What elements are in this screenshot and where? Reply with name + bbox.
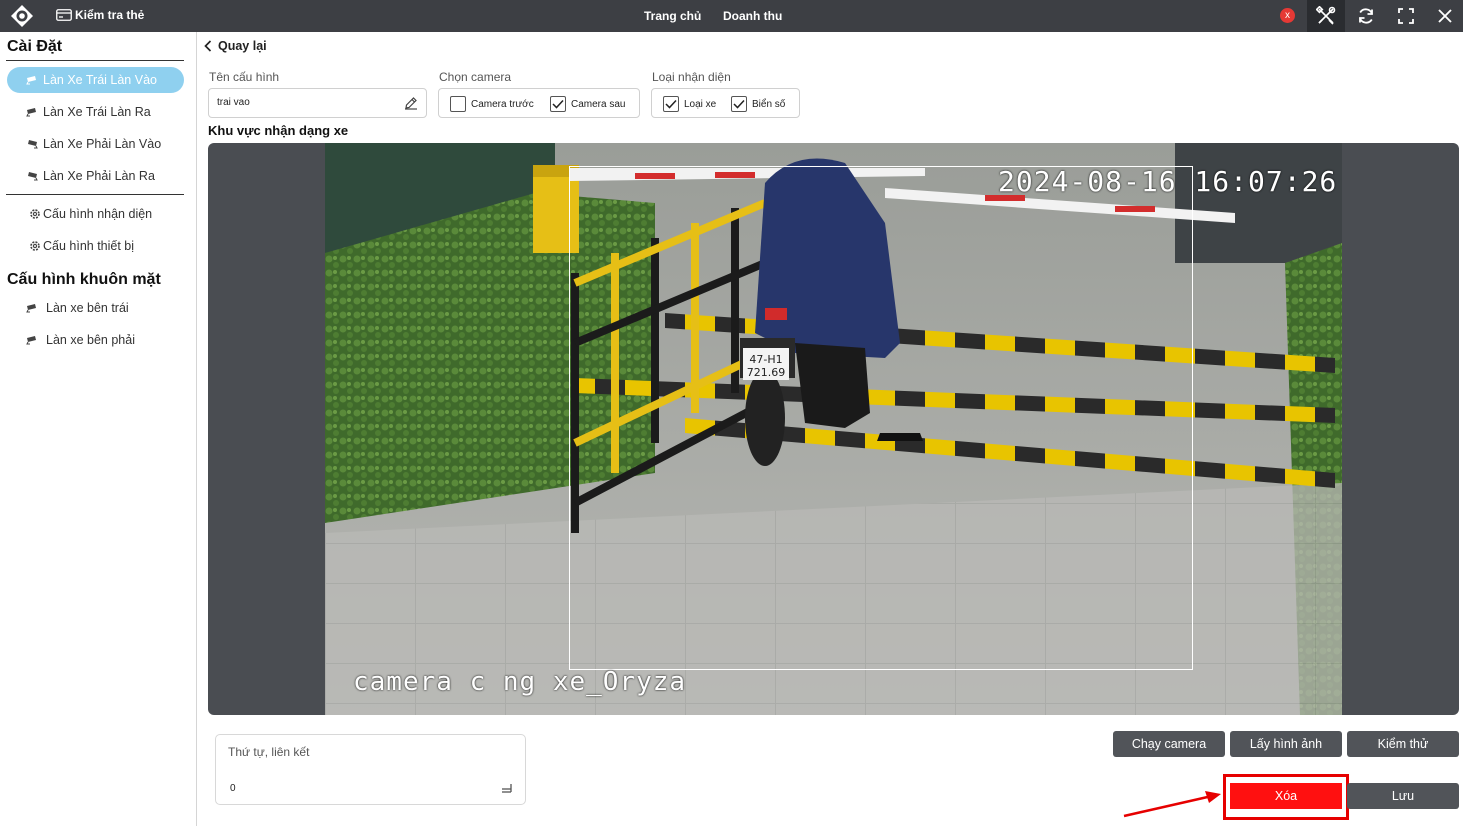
order-link-value: 0	[230, 783, 236, 794]
get-image-button[interactable]: Lấy hình ảnh	[1230, 731, 1342, 757]
top-bar: Kiểm tra thẻ Trang chủ Doanh thu x	[0, 0, 1463, 32]
type-vehicle-label: Loại xe	[684, 98, 717, 110]
nav-home[interactable]: Trang chủ	[644, 9, 701, 23]
divider	[6, 60, 184, 61]
sidebar-item-face-right[interactable]: Làn xe bên phải	[7, 327, 184, 353]
sidebar-item-right-lane-in[interactable]: Làn Xe Phải Làn Vào	[7, 131, 184, 157]
main-content: Quay lại Tên cấu hình Chọn camera Camera…	[198, 32, 1463, 826]
pointer-arrow-icon	[1123, 791, 1221, 818]
test-button[interactable]: Kiểm thử	[1347, 731, 1459, 757]
recognition-type-group: Loại xe Biển số	[651, 88, 800, 118]
close-icon	[1438, 9, 1452, 23]
camera-front-checkbox[interactable]: Camera trước	[450, 96, 534, 112]
check-icon	[733, 99, 745, 109]
gear-icon	[28, 208, 42, 220]
type-plate-label: Biển số	[752, 98, 786, 110]
resize-handle-icon[interactable]	[501, 782, 513, 794]
type-plate-checkbox[interactable]: Biển số	[731, 96, 785, 112]
divider	[6, 194, 184, 195]
sidebar-item-left-lane-out[interactable]: Làn Xe Trái Làn Ra	[7, 99, 184, 125]
camera-viewer[interactable]: 47-H1 721.69 2024-08-16 16:07:26 camera …	[208, 143, 1459, 715]
card-check-button[interactable]: Kiểm tra thẻ	[56, 8, 144, 22]
sidebar-item-label: Làn Xe Phải Làn Ra	[43, 169, 155, 183]
camera-icon	[25, 335, 39, 345]
edit-pencil-icon[interactable]	[404, 96, 418, 110]
sidebar-item-label: Cấu hình thiết bị	[43, 239, 135, 253]
sidebar-item-label: Cấu hình nhận diện	[43, 207, 153, 221]
camera-rear-label: Camera sau	[571, 98, 626, 110]
app-logo-icon[interactable]	[10, 4, 34, 28]
recognition-zone-title: Khu vực nhận dạng xe	[208, 123, 349, 138]
order-link-field[interactable]: Thứ tự, liên kết 0	[215, 734, 526, 805]
config-name-input[interactable]	[217, 97, 387, 108]
fullscreen-icon	[1398, 8, 1414, 24]
camera-rear-checkbox[interactable]: Camera sau	[550, 96, 625, 112]
sidebar-item-left-lane-in[interactable]: Làn Xe Trái Làn Vào	[7, 67, 184, 93]
tools-button[interactable]	[1307, 0, 1345, 32]
sidebar-item-config-device[interactable]: Cấu hình thiết bị	[7, 233, 184, 259]
checkbox-checked	[550, 96, 566, 112]
camera-timestamp: 2024-08-16 16:07:26	[998, 165, 1338, 198]
sidebar-item-config-recognition[interactable]: Cấu hình nhận diện	[7, 201, 184, 227]
face-config-title: Cấu hình khuôn mặt	[7, 271, 161, 288]
camera-select-label: Chọn camera	[439, 70, 512, 84]
refresh-button[interactable]	[1347, 0, 1385, 32]
order-link-label: Thứ tự, liên kết	[228, 745, 310, 759]
camera-icon	[25, 107, 39, 117]
checkbox-unchecked	[450, 96, 466, 112]
close-window-button[interactable]	[1426, 0, 1463, 32]
settings-title: Cài Đặt	[7, 38, 63, 55]
card-icon	[56, 9, 72, 21]
checkbox-checked	[663, 96, 679, 112]
gear-icon	[28, 240, 42, 252]
sidebar-item-label: Làn xe bên phải	[46, 333, 135, 347]
run-camera-button[interactable]: Chạy camera	[1113, 731, 1225, 757]
camera-name-overlay: camera c ng xe_Oryza	[353, 667, 687, 697]
refresh-icon	[1359, 8, 1373, 24]
check-icon	[665, 99, 677, 109]
sidebar-item-face-left[interactable]: Làn xe bên trái	[7, 295, 184, 321]
camera-icon	[25, 303, 39, 313]
camera-icon	[25, 171, 39, 181]
type-vehicle-checkbox[interactable]: Loại xe	[663, 96, 716, 112]
camera-front-label: Camera trước	[471, 98, 534, 110]
notification-badge[interactable]: x	[1280, 8, 1295, 23]
recognition-type-label: Loại nhận diện	[652, 70, 731, 84]
sidebar: Cài Đặt Làn Xe Trái Làn Vào Làn Xe Trái …	[0, 32, 197, 826]
sidebar-item-label: Làn xe bên trái	[46, 301, 129, 315]
sidebar-item-label: Làn Xe Trái Làn Vào	[43, 73, 157, 87]
camera-select-group: Camera trước Camera sau	[438, 88, 640, 118]
nav-revenue[interactable]: Doanh thu	[723, 9, 782, 23]
config-name-field	[208, 88, 427, 118]
back-label: Quay lại	[218, 39, 267, 53]
check-icon	[552, 99, 564, 109]
chevron-left-icon	[204, 40, 212, 52]
sidebar-item-label: Làn Xe Phải Làn Vào	[43, 137, 162, 151]
config-name-label: Tên cấu hình	[209, 70, 280, 84]
delete-button[interactable]: Xóa	[1230, 783, 1342, 809]
camera-icon	[25, 75, 39, 85]
checkbox-checked	[731, 96, 747, 112]
back-button[interactable]: Quay lại	[204, 39, 267, 53]
camera-icon	[25, 139, 39, 149]
fullscreen-button[interactable]	[1387, 0, 1425, 32]
save-button[interactable]: Lưu	[1347, 783, 1459, 809]
sidebar-item-label: Làn Xe Trái Làn Ra	[43, 105, 151, 119]
recognition-zone-rectangle[interactable]	[569, 166, 1193, 670]
card-check-label: Kiểm tra thẻ	[75, 8, 145, 22]
sidebar-item-right-lane-out[interactable]: Làn Xe Phải Làn Ra	[7, 163, 184, 189]
tools-icon	[1316, 6, 1336, 25]
